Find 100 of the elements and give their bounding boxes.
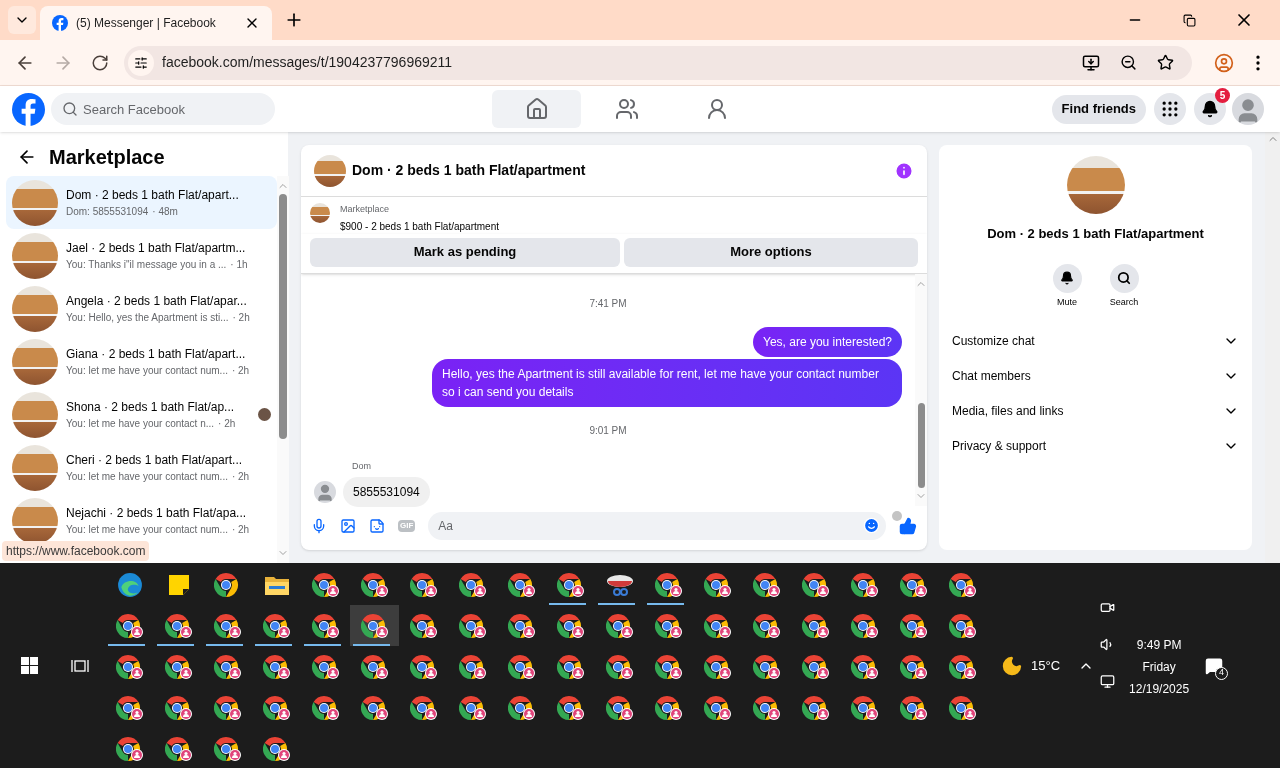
site-info-icon[interactable] <box>128 49 154 76</box>
listing-photo-placeholder <box>314 154 346 187</box>
people-icon <box>614 97 639 121</box>
info-icon[interactable] <box>894 160 914 181</box>
install-app-icon[interactable] <box>1082 53 1100 72</box>
taskbar-app-button[interactable] <box>350 605 399 646</box>
chat-list-item[interactable]: Cheri · 2 beds 1 bath Flat/apart... You: let me have your contact num... · 2h <box>6 441 277 494</box>
chrome-profile-icon <box>605 694 634 721</box>
microphone-icon[interactable] <box>311 518 327 534</box>
search-button[interactable] <box>1109 263 1139 293</box>
restore-icon[interactable] <box>1183 13 1196 27</box>
chrome-profile-icon <box>262 653 291 680</box>
chat-name: Angela · 2 beds 1 bath Flat/apar... <box>66 293 248 310</box>
message-timestamp: 7:41 PM <box>589 296 627 311</box>
weather-temperature[interactable]: 15°C <box>1031 655 1061 676</box>
meet-now-icon[interactable] <box>1100 600 1116 615</box>
chrome-profile-icon <box>409 694 438 721</box>
message-icon <box>1205 656 1224 675</box>
tab-list-button[interactable] <box>8 6 36 34</box>
chrome-profile-icon <box>899 571 928 598</box>
chrome-profile-icon <box>654 571 683 598</box>
windows-start-icon[interactable] <box>20 657 38 674</box>
profile-icon[interactable] <box>1214 52 1234 73</box>
chrome-profile-icon <box>213 735 242 762</box>
mute-button[interactable] <box>1052 263 1082 293</box>
chrome-profile-icon <box>605 612 634 639</box>
chrome-profile-icon <box>164 653 193 680</box>
settings-section-row[interactable]: Media, files and links <box>952 393 1239 428</box>
scrollbar-thumb[interactable] <box>278 194 287 439</box>
chrome-profile-icon <box>948 694 977 721</box>
message-timestamp: 9:01 PM <box>589 423 627 438</box>
chrome-profile-icon <box>654 612 683 639</box>
listing-action-button[interactable]: More options <box>624 237 918 267</box>
photo-icon[interactable] <box>340 518 356 534</box>
chrome-profile-icon <box>899 612 928 639</box>
like-icon[interactable] <box>899 517 917 535</box>
chrome-profile-icon <box>556 612 585 639</box>
details-title: Dom · 2 beds 1 bath Flat/apartment <box>987 225 1204 243</box>
find-friends-button[interactable]: Find friends <box>1051 94 1146 124</box>
sent-message-bubble: Hello, yes the Apartment is still available for rent, let me have your contact number so i can send you details <box>432 358 902 407</box>
settings-section-row[interactable]: Privacy & support <box>952 428 1239 463</box>
task-view-icon[interactable] <box>70 657 89 674</box>
listing-summary: $900 - 2 beds 1 bath Flat/apartment <box>340 219 499 234</box>
reload-icon[interactable] <box>91 53 109 72</box>
bookmark-star-icon[interactable] <box>1157 54 1174 71</box>
listing-photo-placeholder <box>12 232 58 279</box>
clock-day[interactable]: Friday <box>1142 657 1176 676</box>
listing-action-button[interactable]: Mark as pending <box>310 237 620 267</box>
facebook-logo-icon <box>52 15 68 31</box>
chat-list-item[interactable]: Giana · 2 beds 1 bath Flat/apart... You: let me have your contact num... · 2h <box>6 335 277 388</box>
facebook-logo-icon[interactable] <box>12 92 45 126</box>
notifications-button[interactable] <box>1194 93 1226 125</box>
network-icon[interactable] <box>1100 674 1116 689</box>
nav-tab[interactable] <box>492 90 581 128</box>
apps-menu-button[interactable] <box>1154 93 1186 125</box>
chrome-profile-icon <box>752 612 781 639</box>
listing-source: Marketplace <box>340 203 391 216</box>
account-avatar[interactable] <box>1232 93 1264 125</box>
settings-section-row[interactable]: Customize chat <box>952 323 1239 358</box>
chrome-profile-icon <box>507 694 536 721</box>
chrome-profile-icon <box>164 612 193 639</box>
browser-tab[interactable]: (5) Messenger | Facebook <box>40 6 272 40</box>
clock-date[interactable]: 12/19/2025 <box>1129 679 1190 698</box>
chrome-profile-icon <box>801 653 830 680</box>
action-center-button[interactable]: 4 <box>1203 654 1226 677</box>
clock-time[interactable]: 9:49 PM <box>1136 635 1182 654</box>
chrome-profile-icon <box>654 694 683 721</box>
page-scrollbar[interactable] <box>1265 132 1280 563</box>
address-bar[interactable]: facebook.com/messages/t/1904237796969211 <box>124 45 1192 80</box>
chrome-profile-icon <box>115 694 144 721</box>
chat-name: Nejachi · 2 beds 1 bath Flat/apa... <box>66 505 248 522</box>
chat-list-item[interactable]: Angela · 2 beds 1 bath Flat/apar... You: Hello, yes the Apartment is sti... · 2h <box>6 282 277 335</box>
search-field[interactable]: Search Facebook <box>51 93 275 125</box>
moon-icon <box>1001 654 1023 677</box>
sender-name: Dom <box>352 459 372 473</box>
edge-browser-icon <box>116 571 143 598</box>
sticker-icon[interactable] <box>369 518 385 534</box>
settings-section-row[interactable]: Chat members <box>952 358 1239 393</box>
chat-list-item[interactable]: Dom · 2 beds 1 bath Flat/apart... Dom: 5855531094 · 48m <box>6 176 277 229</box>
chat-list-item[interactable]: Jael · 2 beds 1 bath Flat/apartm... You: Thanks i"il message you in a ... · 1h <box>6 229 277 282</box>
message-time: · 48m <box>152 205 178 219</box>
chrome-profile-icon <box>311 612 340 639</box>
chrome-profile-icon <box>360 571 389 598</box>
chat-list-item[interactable]: Shona · 2 beds 1 bath Flat/ap... You: let me have your contact n... · 2h <box>6 388 277 441</box>
scrollbar-thumb[interactable] <box>917 403 925 488</box>
message-input-field[interactable]: Aa <box>428 512 886 540</box>
notification-badge: 5 <box>1215 88 1230 103</box>
url-text: facebook.com/messages/t/1904237796969211 <box>162 53 454 72</box>
chrome-profile-icon <box>115 735 144 762</box>
scrollbar[interactable] <box>276 176 289 563</box>
zoom-icon[interactable] <box>1120 54 1137 71</box>
grid-menu-icon <box>1160 99 1180 119</box>
chrome-profile-icon <box>360 694 389 721</box>
message-preview: You: Thanks i"il message you in a ... <box>66 258 227 272</box>
scrollbar[interactable] <box>915 273 927 506</box>
chrome-profile-icon <box>752 694 781 721</box>
chat-name: Dom · 2 beds 1 bath Flat/apart... <box>66 187 240 204</box>
message-preview: You: let me have your contact n... <box>66 417 215 431</box>
chrome-profile-icon <box>213 694 242 721</box>
message-time: · 2h <box>231 364 250 378</box>
